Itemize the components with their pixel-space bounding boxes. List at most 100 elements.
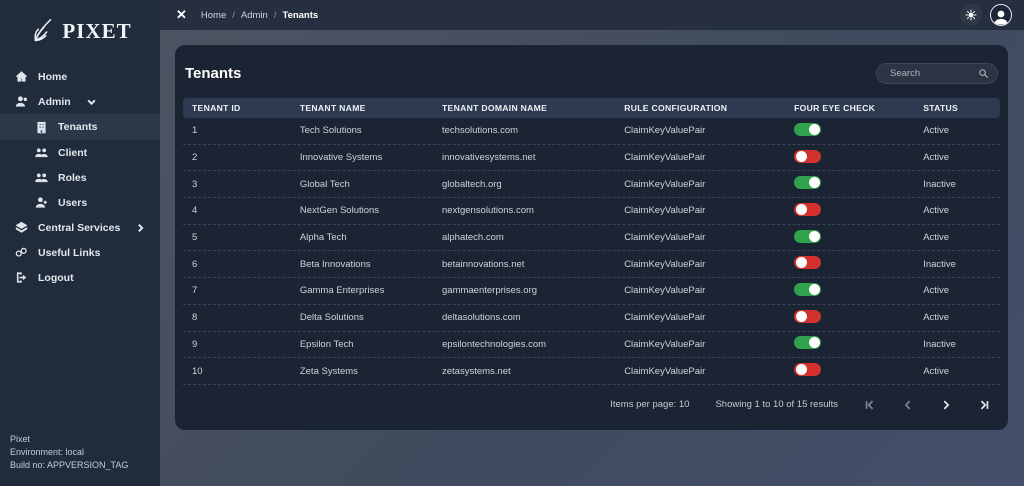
first-page-icon bbox=[864, 399, 876, 411]
cell-name: Gamma Enterprises bbox=[291, 285, 433, 296]
logout-icon bbox=[15, 271, 28, 284]
cell-name: Beta Innovations bbox=[291, 259, 433, 270]
items-per-page-label: Items per page: 10 bbox=[610, 399, 689, 410]
table-row: 10Zeta Systemszetasystems.netClaimKeyVal… bbox=[183, 358, 1000, 385]
table-row: 6Beta Innovationsbetainnovations.netClai… bbox=[183, 251, 1000, 278]
cell-name: Global Tech bbox=[291, 179, 433, 190]
cell-domain: alphatech.com bbox=[433, 232, 615, 243]
tenants-panel: Tenants TENANT ID TENANT NAME TENANT DOM… bbox=[175, 45, 1008, 430]
sidebar-footer: Pixet Environment: local Build no: APPVE… bbox=[10, 433, 128, 472]
chevron-right-icon bbox=[134, 223, 147, 233]
table-row: 3Global Techglobaltech.orgClaimKeyValueP… bbox=[183, 171, 1000, 198]
cell-rule: ClaimKeyValuePair bbox=[615, 285, 785, 296]
four-eye-toggle[interactable] bbox=[794, 123, 821, 136]
sidebar-item-users[interactable]: Users bbox=[0, 190, 160, 215]
sidebar-item-tenants[interactable]: Tenants bbox=[0, 114, 160, 140]
cell-status: Inactive bbox=[914, 179, 1000, 190]
cell-status: Active bbox=[914, 366, 1000, 377]
column-header-tenant-id: TENANT ID bbox=[183, 103, 291, 113]
sidebar-item-label: Home bbox=[38, 71, 67, 83]
first-page-button[interactable] bbox=[864, 399, 876, 411]
sidebar-item-label: Client bbox=[58, 147, 87, 159]
four-eye-toggle[interactable] bbox=[794, 310, 821, 323]
sidebar-toggle-icon[interactable]: ✕ bbox=[176, 7, 187, 23]
toggle-knob bbox=[796, 257, 807, 268]
toggle-knob bbox=[809, 231, 820, 242]
table-row: 1Tech Solutionstechsolutions.comClaimKey… bbox=[183, 118, 1000, 145]
four-eye-toggle[interactable] bbox=[794, 256, 821, 269]
cell-four-eye bbox=[785, 363, 914, 379]
sidebar-item-label: Tenants bbox=[58, 121, 97, 133]
four-eye-toggle[interactable] bbox=[794, 283, 821, 296]
four-eye-toggle[interactable] bbox=[794, 203, 821, 216]
cell-rule: ClaimKeyValuePair bbox=[615, 205, 785, 216]
toggle-knob bbox=[796, 364, 807, 375]
cell-four-eye bbox=[785, 230, 914, 246]
last-page-button[interactable] bbox=[978, 399, 990, 411]
previous-page-button[interactable] bbox=[902, 399, 914, 411]
topbar-actions bbox=[960, 4, 1012, 26]
cell-rule: ClaimKeyValuePair bbox=[615, 152, 785, 163]
last-page-icon bbox=[978, 399, 990, 411]
table-header-row: TENANT ID TENANT NAME TENANT DOMAIN NAME… bbox=[183, 98, 1000, 118]
logo-text: PIXET bbox=[62, 19, 131, 44]
four-eye-toggle[interactable] bbox=[794, 363, 821, 376]
sidebar-item-label: Central Services bbox=[38, 222, 120, 234]
cell-id: 10 bbox=[183, 366, 291, 377]
showing-results-label: Showing 1 to 10 of 15 results bbox=[715, 399, 838, 410]
cell-status: Active bbox=[914, 312, 1000, 323]
breadcrumb-separator: / bbox=[232, 10, 235, 21]
breadcrumb-admin[interactable]: Admin bbox=[241, 10, 268, 21]
sidebar: PIXET Home Admin Tenants Client Roles Us… bbox=[0, 0, 160, 486]
sidebar-item-central-services[interactable]: Central Services bbox=[0, 215, 160, 240]
table-row: 7Gamma Enterprisesgammaenterprises.orgCl… bbox=[183, 278, 1000, 305]
app-logo: PIXET bbox=[0, 0, 160, 64]
cell-four-eye bbox=[785, 123, 914, 139]
cell-four-eye bbox=[785, 310, 914, 326]
cell-rule: ClaimKeyValuePair bbox=[615, 312, 785, 323]
cell-status: Inactive bbox=[914, 339, 1000, 350]
sidebar-item-logout[interactable]: Logout bbox=[0, 265, 160, 290]
four-eye-toggle[interactable] bbox=[794, 336, 821, 349]
next-page-button[interactable] bbox=[940, 399, 952, 411]
cell-id: 3 bbox=[183, 179, 291, 190]
roles-icon bbox=[35, 171, 48, 184]
cell-status: Active bbox=[914, 125, 1000, 136]
sidebar-item-label: Logout bbox=[38, 272, 74, 284]
footer-environment: Environment: local bbox=[10, 446, 128, 459]
four-eye-toggle[interactable] bbox=[794, 230, 821, 243]
sidebar-item-roles[interactable]: Roles bbox=[0, 165, 160, 190]
cell-status: Active bbox=[914, 232, 1000, 243]
cell-rule: ClaimKeyValuePair bbox=[615, 259, 785, 270]
sidebar-item-admin[interactable]: Admin bbox=[0, 89, 160, 114]
cell-name: Innovative Systems bbox=[291, 152, 433, 163]
table-row: 9Epsilon Techepsilontechnologies.comClai… bbox=[183, 332, 1000, 359]
breadcrumb: Home / Admin / Tenants bbox=[201, 10, 318, 21]
column-header-tenant-domain-name: TENANT DOMAIN NAME bbox=[433, 103, 615, 113]
sidebar-item-label: Users bbox=[58, 197, 87, 209]
sidebar-item-useful-links[interactable]: Useful Links bbox=[0, 240, 160, 265]
breadcrumb-home[interactable]: Home bbox=[201, 10, 226, 21]
sun-icon bbox=[965, 9, 977, 21]
cell-status: Active bbox=[914, 205, 1000, 216]
column-header-status: STATUS bbox=[914, 103, 1000, 113]
four-eye-toggle[interactable] bbox=[794, 176, 821, 189]
cell-four-eye bbox=[785, 203, 914, 219]
cell-domain: epsilontechnologies.com bbox=[433, 339, 615, 350]
cell-rule: ClaimKeyValuePair bbox=[615, 232, 785, 243]
theme-toggle-button[interactable] bbox=[960, 4, 982, 26]
sidebar-item-client[interactable]: Client bbox=[0, 140, 160, 165]
sidebar-item-home[interactable]: Home bbox=[0, 64, 160, 89]
cell-id: 2 bbox=[183, 152, 291, 163]
users-icon bbox=[35, 196, 48, 209]
cell-id: 9 bbox=[183, 339, 291, 350]
cell-status: Inactive bbox=[914, 259, 1000, 270]
cell-name: Epsilon Tech bbox=[291, 339, 433, 350]
four-eye-toggle[interactable] bbox=[794, 150, 821, 163]
user-avatar[interactable] bbox=[990, 4, 1012, 26]
pagination-bar: Items per page: 10 Showing 1 to 10 of 15… bbox=[183, 385, 1000, 425]
toggle-knob bbox=[796, 151, 807, 162]
table-row: 8Delta Solutionsdeltasolutions.comClaimK… bbox=[183, 305, 1000, 332]
cell-id: 5 bbox=[183, 232, 291, 243]
cell-rule: ClaimKeyValuePair bbox=[615, 366, 785, 377]
